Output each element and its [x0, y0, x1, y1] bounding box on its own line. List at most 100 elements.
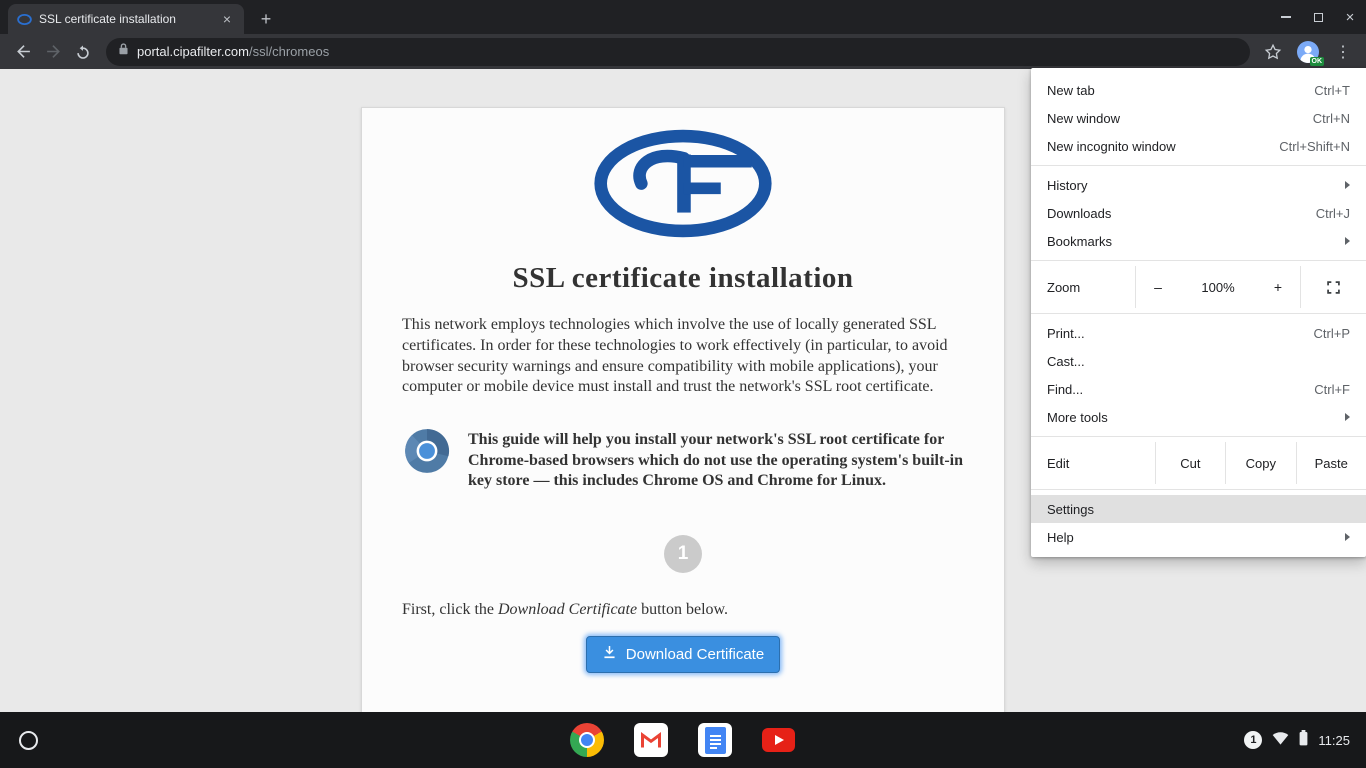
notification-count-badge: 1 — [1244, 731, 1262, 749]
window-close-icon[interactable]: × — [1334, 0, 1366, 34]
menu-separator — [1031, 489, 1366, 490]
menu-shortcut: Ctrl+J — [1316, 206, 1350, 221]
submenu-arrow-icon — [1345, 237, 1350, 245]
menu-separator — [1031, 313, 1366, 314]
fullscreen-icon[interactable] — [1300, 266, 1366, 308]
menu-item-new-incognito-window[interactable]: New incognito window Ctrl+Shift+N — [1031, 132, 1366, 160]
status-tray[interactable]: 1 11:25 — [1228, 712, 1366, 768]
menu-label: More tools — [1047, 410, 1108, 425]
menu-shortcut: Ctrl+Shift+N — [1279, 139, 1350, 154]
menu-shortcut: Ctrl+P — [1314, 326, 1350, 341]
forward-icon[interactable] — [38, 37, 68, 67]
browser-menu: New tab Ctrl+T New window Ctrl+N New inc… — [1031, 68, 1366, 557]
menu-item-new-window[interactable]: New window Ctrl+N — [1031, 104, 1366, 132]
menu-item-help[interactable]: Help — [1031, 523, 1366, 551]
url-text: portal.cipafilter.com/ssl/chromeos — [137, 44, 329, 59]
submenu-arrow-icon — [1345, 181, 1350, 189]
menu-shortcut: Ctrl+T — [1314, 83, 1350, 98]
browser-toolbar: portal.cipafilter.com/ssl/chromeos OK ⋮ — [0, 34, 1366, 69]
url-host: portal.cipafilter.com — [137, 44, 249, 59]
menu-label: History — [1047, 178, 1087, 193]
menu-edit-row: Edit Cut Copy Paste — [1031, 442, 1366, 484]
step-1-text-em: Download Certificate — [498, 601, 637, 618]
menu-label: New tab — [1047, 83, 1095, 98]
avatar-status-badge: OK — [1310, 57, 1325, 66]
bookmark-star-icon[interactable] — [1258, 37, 1288, 67]
zoom-out-button[interactable]: – — [1142, 266, 1174, 308]
menu-separator — [1031, 436, 1366, 437]
menu-separator — [1031, 165, 1366, 166]
url-path: /ssl/chromeos — [249, 44, 329, 59]
menu-separator — [1031, 260, 1366, 261]
zoom-label: Zoom — [1031, 266, 1135, 308]
zoom-in-button[interactable]: + — [1262, 266, 1294, 308]
intro-paragraph: This network employs technologies which … — [402, 315, 964, 398]
wifi-icon — [1272, 731, 1289, 750]
chrome-browser-icon — [402, 426, 452, 481]
profile-avatar[interactable]: OK — [1297, 41, 1319, 63]
window-minimize-icon[interactable] — [1270, 0, 1302, 34]
docs-app-icon[interactable] — [698, 723, 732, 757]
edit-label: Edit — [1031, 442, 1155, 484]
menu-label: New window — [1047, 111, 1120, 126]
youtube-app-icon[interactable] — [762, 723, 796, 757]
guide-note: This guide will help you install your ne… — [468, 426, 964, 491]
browser-tab[interactable]: SSL certificate installation × — [8, 4, 244, 34]
gmail-app-icon[interactable] — [634, 723, 668, 757]
menu-label: Settings — [1047, 502, 1094, 517]
menu-label: Bookmarks — [1047, 234, 1112, 249]
menu-item-history[interactable]: History — [1031, 171, 1366, 199]
menu-item-new-tab[interactable]: New tab Ctrl+T — [1031, 76, 1366, 104]
download-icon — [602, 645, 617, 664]
step-1-text-pre: First, click the — [402, 601, 498, 618]
step-1-instruction: First, click the Download Certificate bu… — [402, 601, 964, 619]
edit-paste-button[interactable]: Paste — [1296, 442, 1366, 484]
content-card: SSL certificate installation This networ… — [361, 107, 1005, 712]
edit-copy-button[interactable]: Copy — [1225, 442, 1295, 484]
tab-close-icon[interactable]: × — [218, 10, 236, 28]
zoom-controls: – 100% + — [1135, 266, 1300, 308]
chrome-app-icon[interactable] — [570, 723, 604, 757]
page-title: SSL certificate installation — [402, 262, 964, 295]
menu-label: Print... — [1047, 326, 1085, 341]
screen: SSL certificate installation × + × porta… — [0, 0, 1366, 768]
menu-item-cast[interactable]: Cast... — [1031, 347, 1366, 375]
address-bar[interactable]: portal.cipafilter.com/ssl/chromeos — [106, 38, 1250, 66]
tab-title: SSL certificate installation — [39, 12, 218, 26]
chrome-guide-row: This guide will help you install your ne… — [402, 426, 964, 491]
menu-item-downloads[interactable]: Downloads Ctrl+J — [1031, 199, 1366, 227]
submenu-arrow-icon — [1345, 533, 1350, 541]
tab-strip: SSL certificate installation × + × — [0, 0, 1366, 34]
new-tab-button[interactable]: + — [252, 5, 280, 33]
menu-label: New incognito window — [1047, 139, 1176, 154]
menu-shortcut: Ctrl+F — [1314, 382, 1350, 397]
clock: 11:25 — [1318, 733, 1350, 748]
secure-lock-icon[interactable] — [118, 42, 129, 61]
menu-label: Downloads — [1047, 206, 1111, 221]
download-button-row: Download Certificate — [402, 636, 964, 673]
menu-zoom-row: Zoom – 100% + — [1031, 266, 1366, 308]
zoom-level: 100% — [1201, 280, 1234, 295]
menu-label: Cast... — [1047, 354, 1085, 369]
download-certificate-button[interactable]: Download Certificate — [586, 636, 780, 673]
window-controls: × — [1270, 0, 1366, 34]
browser-menu-icon[interactable]: ⋮ — [1328, 37, 1358, 67]
menu-item-more-tools[interactable]: More tools — [1031, 403, 1366, 431]
menu-label: Help — [1047, 530, 1074, 545]
menu-item-bookmarks[interactable]: Bookmarks — [1031, 227, 1366, 255]
submenu-arrow-icon — [1345, 413, 1350, 421]
reload-icon[interactable] — [68, 37, 98, 67]
shelf: 1 11:25 — [0, 712, 1366, 768]
site-favicon-icon — [16, 11, 32, 27]
cipafilter-logo — [402, 128, 964, 240]
window-restore-icon[interactable] — [1302, 0, 1334, 34]
download-button-label: Download Certificate — [626, 646, 764, 663]
battery-icon — [1299, 730, 1308, 751]
step-1-text-post: button below. — [637, 601, 728, 618]
edit-cut-button[interactable]: Cut — [1155, 442, 1225, 484]
menu-item-settings[interactable]: Settings — [1031, 495, 1366, 523]
back-icon[interactable] — [8, 37, 38, 67]
menu-label: Find... — [1047, 382, 1083, 397]
menu-item-find[interactable]: Find... Ctrl+F — [1031, 375, 1366, 403]
menu-item-print[interactable]: Print... Ctrl+P — [1031, 319, 1366, 347]
